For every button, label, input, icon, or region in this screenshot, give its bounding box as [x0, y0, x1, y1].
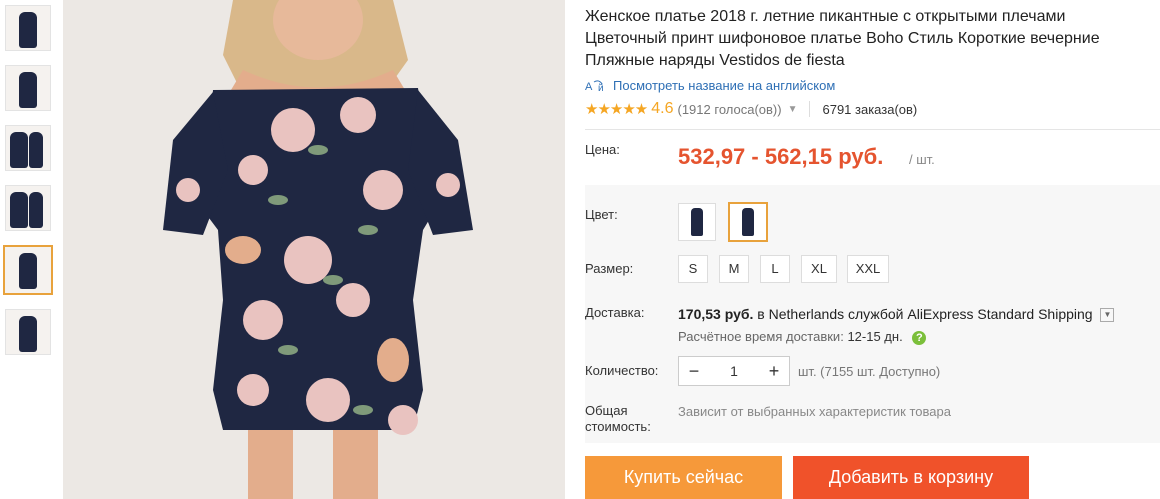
- color-label: Цвет:: [585, 207, 618, 222]
- quantity-decrease-button[interactable]: −: [679, 361, 709, 382]
- thumbnail-selected[interactable]: [3, 245, 53, 295]
- size-option-m[interactable]: M: [719, 255, 749, 283]
- rating-votes[interactable]: (1912 голоса(ов)): [678, 102, 782, 117]
- delivery-estimate: Расчётное время доставки: 12-15 дн. ?: [678, 329, 927, 345]
- thumbnail[interactable]: [5, 309, 51, 355]
- total-note: Зависит от выбранных характеристик товар…: [678, 404, 951, 419]
- delivery-estimate-days: 12-15 дн.: [847, 329, 903, 344]
- svg-text:й: й: [598, 83, 604, 93]
- total-label: Общая стоимость:: [585, 403, 651, 435]
- thumbnail[interactable]: [5, 125, 51, 171]
- size-option-s[interactable]: S: [678, 255, 708, 283]
- divider: [809, 101, 811, 117]
- product-title: Женское платье 2018 г. летние пикантные …: [585, 8, 1100, 69]
- product-info-panel: Женское платье 2018 г. летние пикантные …: [585, 0, 1160, 499]
- shipping-method[interactable]: 170,53 руб. в Netherlands службой AliExp…: [678, 306, 1115, 323]
- translate-icon: A й: [585, 79, 604, 93]
- thumbnail[interactable]: [5, 5, 51, 51]
- color-swatch[interactable]: [678, 203, 716, 241]
- quantity-input[interactable]: 1: [709, 363, 759, 379]
- price-section: Цена: 532,97 - 562,15 руб. / шт.: [585, 130, 1160, 185]
- total-label-line1: Общая: [585, 403, 628, 418]
- price-label: Цена:: [585, 142, 620, 157]
- quantity-stepper: − 1 +: [678, 356, 790, 386]
- delivery-estimate-label: Расчётное время доставки:: [678, 329, 844, 344]
- rating-stars: ★★★★★: [585, 101, 648, 118]
- quantity-label: Количество:: [585, 363, 659, 378]
- orders-count: 6791 заказа(ов): [822, 101, 918, 117]
- thumbnail[interactable]: [5, 65, 51, 111]
- chevron-down-icon[interactable]: ▼: [788, 104, 798, 115]
- quantity-increase-button[interactable]: +: [759, 361, 789, 382]
- thumbnail[interactable]: [5, 185, 51, 231]
- color-swatch-selected[interactable]: [728, 202, 768, 242]
- options-section: Цвет: Размер: S M L XL XXL Доставка: 170…: [585, 185, 1160, 443]
- rating-score: 4.6: [651, 100, 674, 117]
- size-label: Размер:: [585, 261, 634, 276]
- shipping-destination: в Netherlands службой AliExpress Standar…: [757, 306, 1093, 322]
- size-option-xl[interactable]: XL: [801, 255, 837, 283]
- size-option-l[interactable]: L: [760, 255, 790, 283]
- size-option-xxl[interactable]: XXL: [847, 255, 889, 283]
- product-main-image[interactable]: [63, 0, 565, 499]
- svg-text:A: A: [585, 81, 593, 93]
- price-value: 532,97 - 562,15 руб.: [678, 144, 884, 169]
- quantity-available: шт. (7155 шт. Доступно): [798, 364, 941, 379]
- total-label-line2: стоимость:: [585, 419, 651, 434]
- translate-link-text[interactable]: Посмотреть название на английском: [613, 78, 835, 93]
- help-icon[interactable]: ?: [912, 330, 927, 345]
- buy-now-button[interactable]: Купить сейчас: [585, 456, 782, 499]
- dress-illustration: [63, 0, 565, 499]
- thumbnail-strip: [3, 5, 55, 369]
- shipping-label: Доставка:: [585, 305, 645, 320]
- add-to-cart-button[interactable]: Добавить в корзину: [793, 456, 1029, 499]
- price-unit: / шт.: [909, 152, 935, 167]
- rating-row: ★★★★★ 4.6 (1912 голоса(ов)) ▼ 6791 заказ…: [585, 99, 1160, 119]
- chevron-down-icon[interactable]: ▼: [1100, 308, 1115, 323]
- shipping-cost: 170,53 руб.: [678, 306, 754, 322]
- translate-title-link[interactable]: A й Посмотреть название на английском: [585, 78, 1160, 93]
